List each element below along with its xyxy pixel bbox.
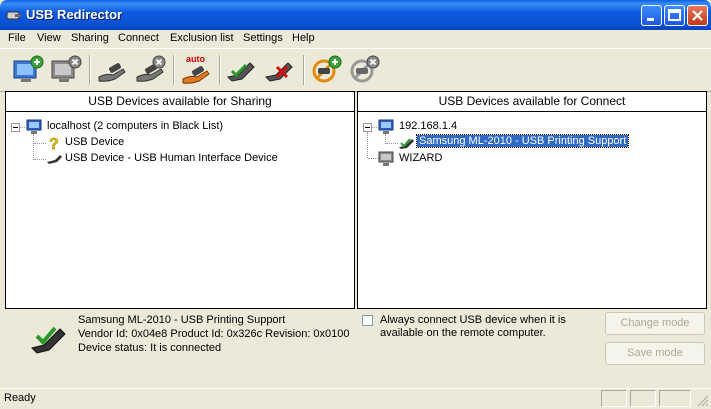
menu-file[interactable]: File — [8, 32, 26, 44]
usb-redirector-app-icon — [6, 11, 21, 20]
connect-panel: USB Devices available for Connect 192.16… — [357, 91, 707, 309]
question-mark-icon: ? — [49, 136, 59, 151]
share-device-icon — [98, 63, 126, 82]
always-connect-label: Always connect USB device when it is ava… — [380, 314, 566, 339]
computer-icon — [26, 119, 42, 134]
add-exclusion-icon — [312, 55, 342, 83]
remove-computer-button[interactable] — [49, 53, 83, 87]
auto-share-button[interactable]: auto — [179, 53, 213, 87]
window-title: USB Redirector — [26, 7, 123, 22]
remove-exclusion-icon — [350, 55, 380, 83]
menu-bar: File View Sharing Connect Exclusion list… — [0, 30, 711, 46]
unshare-device-icon — [136, 55, 166, 82]
maximize-icon — [668, 9, 681, 21]
tree-line — [20, 127, 25, 128]
toolbar: auto — [0, 48, 711, 92]
auto-share-icon: auto — [182, 54, 210, 84]
connect-device-icon — [226, 62, 255, 82]
tree-expander-localhost[interactable] — [11, 123, 20, 132]
tree-label-samsung-device: Samsung ML-2010 - USB Printing Support — [415, 134, 630, 148]
tree-line — [368, 158, 378, 159]
status-panel — [601, 390, 627, 407]
menu-view[interactable]: View — [37, 32, 61, 44]
tree-node-localhost[interactable]: localhost (2 computers in Black List) — [26, 119, 346, 135]
menu-help[interactable]: Help — [292, 32, 315, 44]
always-connect-checkbox[interactable] — [362, 315, 373, 326]
tree-label-wizard: WIZARD — [399, 152, 443, 164]
add-exclusion-button[interactable] — [309, 53, 343, 87]
menu-sharing[interactable]: Sharing — [71, 32, 109, 44]
tree-label-usb-hid-device: USB Device - USB Human Interface Device — [65, 152, 278, 164]
tree-line — [367, 132, 368, 158]
tree-expander-host[interactable] — [363, 123, 372, 132]
status-panel — [659, 390, 691, 407]
status-panel — [630, 390, 656, 407]
computer-icon — [378, 119, 394, 134]
computer-offline-icon — [378, 151, 394, 166]
resize-grip-icon[interactable] — [696, 394, 709, 407]
remove-exclusion-button[interactable] — [347, 53, 381, 87]
title-bar: USB Redirector — [0, 0, 711, 30]
minimize-icon — [647, 18, 654, 21]
connect-tree[interactable]: 192.168.1.4 Samsung ML-2010 - USB Printi… — [358, 112, 706, 308]
share-device-button[interactable] — [95, 53, 129, 87]
tree-node-host-192-168-1-4[interactable]: 192.168.1.4 — [378, 119, 698, 135]
menu-settings[interactable]: Settings — [243, 32, 283, 44]
minimize-button[interactable] — [641, 5, 662, 26]
menu-connect[interactable]: Connect — [118, 32, 159, 44]
toolbar-separator — [89, 55, 91, 85]
connect-device-button[interactable] — [225, 53, 259, 87]
menu-exclusion-list[interactable]: Exclusion list — [170, 32, 234, 44]
tree-line — [372, 127, 377, 128]
tree-line — [386, 143, 398, 144]
sharing-panel-header: USB Devices available for Sharing — [6, 92, 354, 112]
maximize-button[interactable] — [664, 5, 685, 26]
add-computer-icon — [13, 55, 44, 82]
save-mode-button[interactable]: Save mode — [605, 342, 705, 365]
remove-computer-icon — [51, 55, 82, 82]
status-text: Ready — [4, 392, 36, 404]
usb-plug-icon — [47, 155, 62, 164]
tree-node-usb-hid-device[interactable]: USB Device - USB Human Interface Device — [46, 151, 346, 167]
tree-line — [33, 134, 34, 160]
change-mode-button[interactable]: Change mode — [605, 312, 705, 335]
tree-node-host-wizard[interactable]: WIZARD — [378, 151, 698, 167]
toolbar-separator — [173, 55, 175, 85]
connect-panel-header: USB Devices available for Connect — [358, 92, 706, 112]
sharing-tree[interactable]: localhost (2 computers in Black List) ? … — [6, 112, 354, 308]
tree-node-usb-device[interactable]: ? USB Device — [46, 135, 346, 151]
disconnect-device-button[interactable] — [263, 53, 297, 87]
connected-device-large-icon — [31, 326, 66, 354]
add-computer-button[interactable] — [11, 53, 45, 87]
toolbar-separator — [303, 55, 305, 85]
tree-label-localhost: localhost (2 computers in Black List) — [47, 120, 224, 132]
sharing-panel: USB Devices available for Sharing localh… — [5, 91, 355, 309]
device-status: Device status: It is connected — [78, 342, 222, 354]
svg-text:?: ? — [49, 136, 59, 151]
tree-label-host: 192.168.1.4 — [399, 120, 458, 132]
device-ids: Vendor Id: 0x04e8 Product Id: 0x326c Rev… — [78, 328, 350, 340]
toolbar-separator — [219, 55, 221, 85]
close-icon — [692, 10, 703, 21]
close-button[interactable] — [687, 5, 708, 26]
connected-usb-device-icon — [399, 138, 414, 149]
tree-line — [34, 159, 46, 160]
unshare-device-button[interactable] — [133, 53, 167, 87]
tree-label-usb-device: USB Device — [65, 136, 125, 148]
disconnect-device-icon — [264, 62, 293, 82]
tree-node-samsung-device[interactable]: Samsung ML-2010 - USB Printing Support — [398, 134, 698, 151]
device-name: Samsung ML-2010 - USB Printing Support — [78, 314, 286, 326]
tree-line — [34, 143, 46, 144]
auto-label: auto — [186, 54, 206, 64]
status-bar: Ready — [0, 388, 711, 409]
